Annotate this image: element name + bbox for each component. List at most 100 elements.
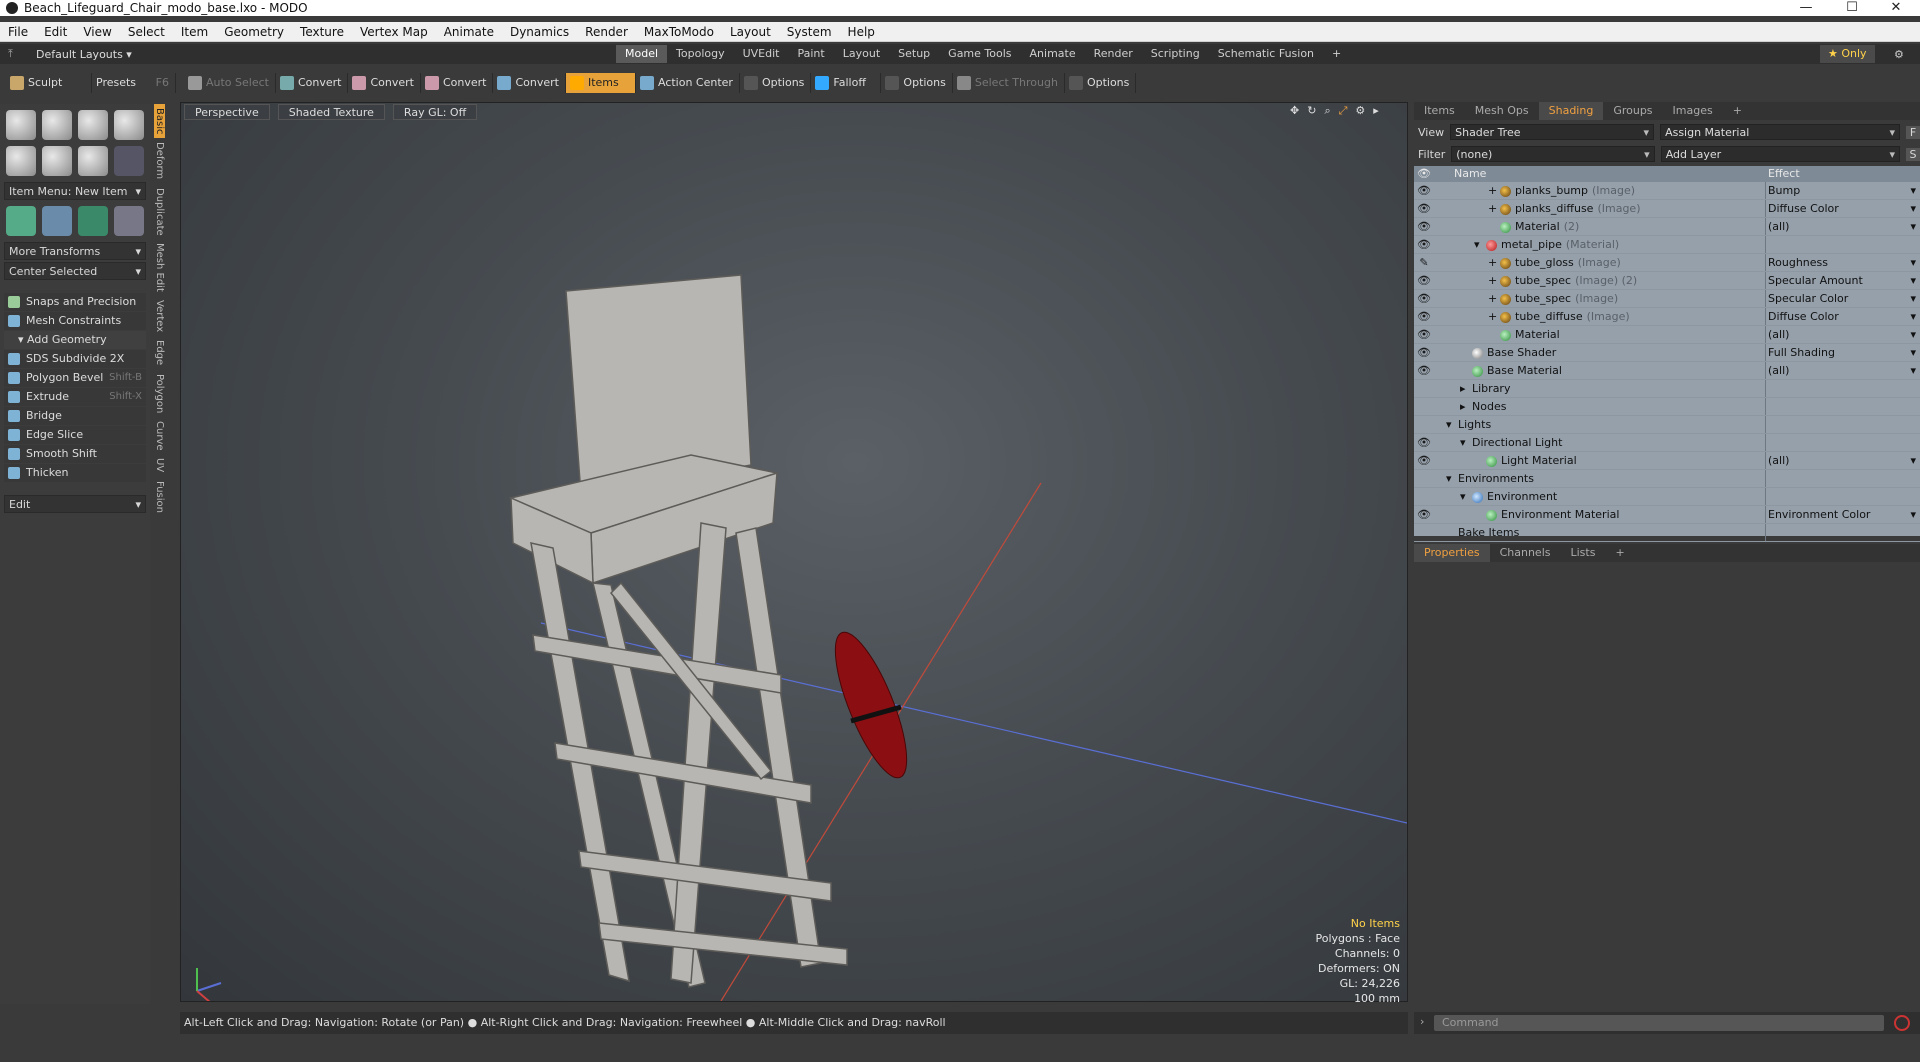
visibility-toggle-icon[interactable]: 👁 bbox=[1414, 272, 1434, 289]
shader-tree-row[interactable]: 👁 Material (all) bbox=[1414, 326, 1920, 344]
cone-icon[interactable] bbox=[114, 110, 144, 140]
minimize-button[interactable]: — bbox=[1784, 0, 1828, 16]
layout-tab-model[interactable]: Model bbox=[616, 45, 668, 63]
tab-add[interactable]: + bbox=[1723, 102, 1752, 120]
layout-tab-setup[interactable]: Setup bbox=[889, 45, 939, 63]
mesh-item-icon[interactable] bbox=[6, 206, 36, 236]
effect-dropdown[interactable]: Full Shading bbox=[1766, 344, 1920, 362]
zoom-icon[interactable]: ⌕ bbox=[1324, 104, 1330, 118]
expand-toggle-icon[interactable]: ▾ bbox=[1460, 488, 1472, 505]
menu-geometry[interactable]: Geometry bbox=[216, 25, 292, 39]
shader-tree-row[interactable]: 👁 Base Shader Full Shading bbox=[1414, 344, 1920, 362]
effect-dropdown[interactable]: (all) bbox=[1766, 362, 1920, 380]
expand-toggle-icon[interactable]: ▾ bbox=[1446, 416, 1458, 433]
add-geometry-header[interactable]: ▾ Add Geometry bbox=[4, 331, 146, 349]
visibility-toggle-icon[interactable] bbox=[1414, 398, 1434, 415]
shader-tree-row[interactable]: Bake Items bbox=[1414, 524, 1920, 542]
vtab-uv[interactable]: UV bbox=[154, 454, 165, 476]
command-input[interactable]: Command bbox=[1434, 1015, 1884, 1031]
toolbar-falloff-button[interactable]: Falloff bbox=[811, 73, 882, 93]
shader-tree-row[interactable]: ✎ + tube_gloss (Image) Roughness bbox=[1414, 254, 1920, 272]
tab-shading[interactable]: Shading bbox=[1538, 102, 1604, 120]
grid-icon[interactable] bbox=[42, 206, 72, 236]
default-layouts-dropdown[interactable]: Default Layouts ▾ bbox=[36, 48, 606, 61]
globe-icon[interactable] bbox=[78, 206, 108, 236]
vtab-vertex[interactable]: Vertex bbox=[154, 296, 165, 336]
vtab-fusion[interactable]: Fusion bbox=[154, 477, 165, 517]
shader-tree-row[interactable]: 👁 Base Material (all) bbox=[1414, 362, 1920, 380]
layout-tab-layout[interactable]: Layout bbox=[834, 45, 889, 63]
expand-toggle-icon[interactable]: + bbox=[1488, 308, 1500, 325]
menu-select[interactable]: Select bbox=[120, 25, 173, 39]
expand-toggle-icon[interactable]: + bbox=[1488, 200, 1500, 217]
center-selected-dropdown[interactable]: Center Selected ▾ bbox=[4, 262, 146, 280]
effect-dropdown[interactable]: Bump bbox=[1766, 182, 1920, 200]
vtab-duplicate[interactable]: Duplicate bbox=[154, 184, 165, 240]
visibility-toggle-icon[interactable]: 👁 bbox=[1414, 326, 1434, 343]
vtab-polygon[interactable]: Polygon bbox=[154, 370, 165, 417]
toolbar-items-button[interactable]: Items bbox=[565, 73, 636, 93]
visibility-toggle-icon[interactable]: 👁 bbox=[1414, 506, 1434, 523]
tool-bridge-button[interactable]: Bridge bbox=[4, 407, 146, 425]
pen-tool-icon[interactable] bbox=[78, 146, 108, 176]
vtab-edge[interactable]: Edge bbox=[154, 336, 165, 369]
toolbar-auto-select-button[interactable]: Auto Select bbox=[184, 73, 276, 93]
layout-tab-topology[interactable]: Topology bbox=[667, 45, 734, 63]
layout-tab-render[interactable]: Render bbox=[1085, 45, 1142, 63]
visibility-toggle-icon[interactable]: ✎ bbox=[1414, 254, 1434, 271]
visibility-toggle-icon[interactable] bbox=[1414, 470, 1434, 487]
expand-toggle-icon[interactable]: + bbox=[1488, 182, 1500, 199]
visibility-toggle-icon[interactable] bbox=[1414, 524, 1434, 541]
menu-dynamics[interactable]: Dynamics bbox=[502, 25, 577, 39]
only-toggle[interactable]: ★ Only bbox=[1820, 45, 1875, 63]
sphere-icon[interactable] bbox=[42, 110, 72, 140]
toolbar-options-button[interactable]: Options bbox=[881, 73, 953, 93]
visibility-toggle-icon[interactable]: 👁 bbox=[1414, 344, 1434, 361]
effect-dropdown[interactable]: Diffuse Color bbox=[1766, 308, 1920, 326]
f-button[interactable]: F bbox=[1906, 125, 1920, 139]
menu-vertex-map[interactable]: Vertex Map bbox=[352, 25, 436, 39]
tab-lists[interactable]: Lists bbox=[1561, 544, 1606, 562]
tool-thicken-button[interactable]: Thicken bbox=[4, 464, 146, 482]
expand-toggle-icon[interactable]: ▸ bbox=[1460, 380, 1472, 397]
instance-icon[interactable] bbox=[114, 206, 144, 236]
visibility-toggle-icon[interactable]: 👁 bbox=[1414, 452, 1434, 469]
visibility-toggle-icon[interactable] bbox=[1414, 488, 1434, 505]
visibility-toggle-icon[interactable]: 👁 bbox=[1414, 290, 1434, 307]
view-select[interactable]: Shader Tree bbox=[1450, 124, 1655, 141]
shader-tree-row[interactable]: 👁 + tube_spec (Image) Specular Color bbox=[1414, 290, 1920, 308]
shader-tree-row[interactable]: 👁 + planks_diffuse (Image) Diffuse Color bbox=[1414, 200, 1920, 218]
tool-smooth-shift-button[interactable]: Smooth Shift bbox=[4, 445, 146, 463]
gear-icon[interactable]: ⚙ bbox=[1894, 48, 1904, 61]
sculpt-button[interactable]: Sculpt bbox=[6, 73, 92, 93]
capsule-icon[interactable] bbox=[42, 146, 72, 176]
shader-tree-row[interactable]: ▾ Lights bbox=[1414, 416, 1920, 434]
menu-maxtomodo[interactable]: MaxToModo bbox=[636, 25, 722, 39]
filter-select[interactable]: (none) bbox=[1451, 146, 1655, 163]
item-menu-dropdown[interactable]: Item Menu: New Item ▾ bbox=[4, 182, 146, 200]
edit-dropdown[interactable]: Edit ▾ bbox=[4, 495, 146, 513]
menu-texture[interactable]: Texture bbox=[292, 25, 352, 39]
menu-view[interactable]: View bbox=[75, 25, 119, 39]
effect-dropdown[interactable]: Diffuse Color bbox=[1766, 200, 1920, 218]
menu-animate[interactable]: Animate bbox=[436, 25, 502, 39]
name-column-header[interactable]: Name bbox=[1434, 166, 1766, 182]
tab-add[interactable]: + bbox=[1605, 544, 1634, 562]
menu-file[interactable]: File bbox=[0, 25, 36, 39]
pan-icon[interactable]: ✥ bbox=[1290, 104, 1299, 118]
effect-dropdown[interactable]: (all) bbox=[1766, 326, 1920, 344]
shader-tree-row[interactable]: ▸ Nodes bbox=[1414, 398, 1920, 416]
shader-tree-row[interactable]: 👁 Light Material (all) bbox=[1414, 452, 1920, 470]
tool-edge-slice-button[interactable]: Edge Slice bbox=[4, 426, 146, 444]
menu-item[interactable]: Item bbox=[173, 25, 216, 39]
effect-dropdown[interactable]: Roughness bbox=[1766, 254, 1920, 272]
effect-dropdown[interactable]: (all) bbox=[1766, 452, 1920, 470]
fit-icon[interactable]: ⤢ bbox=[1339, 104, 1348, 118]
toolbar-convert-button[interactable]: Convert bbox=[276, 73, 349, 93]
shader-tree-row[interactable]: 👁 ▾ Directional Light bbox=[1414, 434, 1920, 452]
menu-help[interactable]: Help bbox=[840, 25, 883, 39]
vtab-basic[interactable]: Basic bbox=[154, 104, 165, 139]
cube-icon[interactable] bbox=[6, 110, 36, 140]
expand-toggle-icon[interactable]: + bbox=[1488, 254, 1500, 271]
tool-extrude-button[interactable]: Extrude Shift-X bbox=[4, 388, 146, 406]
